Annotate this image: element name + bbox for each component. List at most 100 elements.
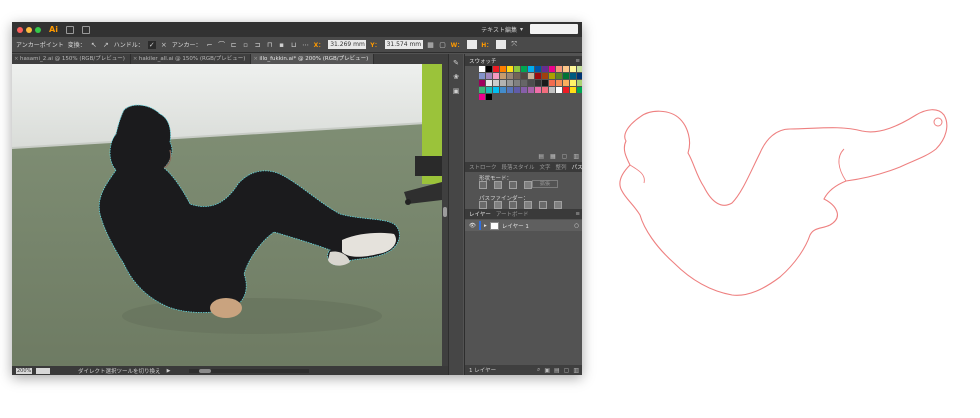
x-coordinate-field[interactable]: 31.269 mm	[328, 40, 367, 49]
close-tab-icon[interactable]: ×	[253, 54, 258, 64]
color-swatch[interactable]	[514, 66, 520, 72]
color-swatch[interactable]	[507, 66, 513, 72]
crop-icon[interactable]	[524, 201, 532, 209]
height-field[interactable]	[496, 40, 507, 49]
doc-tab-fukkin[interactable]: × illo_fukkin.ai* @ 200% (RGB/プレビュー)	[251, 54, 375, 64]
scroll-thumb[interactable]	[198, 368, 211, 373]
color-swatch[interactable]	[549, 66, 555, 72]
color-swatch[interactable]	[535, 73, 541, 79]
color-swatch[interactable]	[549, 73, 555, 79]
color-swatch[interactable]	[570, 73, 576, 79]
color-swatch[interactable]	[514, 80, 520, 86]
color-swatch[interactable]	[486, 80, 492, 86]
swatch-library-icon[interactable]: ▤	[538, 153, 544, 160]
align-left-icon[interactable]: ⊏	[230, 41, 238, 49]
color-swatch[interactable]	[542, 66, 548, 72]
color-swatch[interactable]	[542, 87, 548, 93]
color-swatch[interactable]	[563, 73, 569, 79]
align-middle-icon[interactable]: ▪	[278, 41, 286, 49]
color-swatch[interactable]	[535, 66, 541, 72]
align-bottom-icon[interactable]: ⊔	[290, 41, 298, 49]
color-swatch[interactable]	[535, 87, 541, 93]
cut-path-icon[interactable]: ⌒	[218, 41, 226, 49]
play-icon[interactable]: ▶	[165, 367, 173, 375]
y-coordinate-field[interactable]: 31.574 mm	[384, 40, 423, 49]
color-swatch[interactable]	[514, 73, 520, 79]
remove-anchor-icon[interactable]: ⌐	[206, 41, 214, 49]
color-swatch[interactable]	[570, 66, 576, 72]
workspace-switcher[interactable]: テキスト編集 ▾	[477, 24, 527, 35]
doc-tab-hakiler[interactable]: × hakiler_all.ai @ 150% (RGB/プレビュー)	[131, 54, 252, 64]
color-swatch[interactable]	[521, 66, 527, 72]
color-swatch[interactable]	[493, 73, 499, 79]
close-window-button[interactable]	[17, 26, 23, 33]
zoom-field[interactable]: 200%	[16, 367, 32, 374]
color-swatch[interactable]	[521, 80, 527, 86]
color-swatch[interactable]	[500, 66, 506, 72]
doc-tab-hasami[interactable]: × hasami_2.ai @ 150% (RGB/プレビュー)	[12, 54, 131, 64]
show-handles-icon[interactable]: ✓	[147, 40, 156, 49]
convert-corner-icon[interactable]: ↖	[90, 41, 98, 49]
artboard-canvas[interactable]	[12, 64, 442, 366]
divide-icon[interactable]	[479, 201, 487, 209]
new-color-group-icon[interactable]: ▦	[550, 153, 556, 160]
align-right-icon[interactable]: ⊐	[254, 41, 262, 49]
color-swatch[interactable]	[521, 73, 527, 79]
convert-smooth-icon[interactable]: ↗	[102, 41, 110, 49]
color-swatch[interactable]	[528, 66, 534, 72]
isolate-icon[interactable]: ▢	[439, 41, 447, 49]
delete-swatch-icon[interactable]: ▥	[573, 153, 579, 160]
transform-icon[interactable]: ▦	[427, 41, 435, 49]
new-sublayer-icon[interactable]: ▤	[554, 367, 560, 374]
color-swatch[interactable]	[528, 80, 534, 86]
distribute-icon[interactable]: ⋯	[302, 41, 310, 49]
color-swatch[interactable]	[500, 87, 506, 93]
color-swatch[interactable]	[479, 80, 485, 86]
color-swatch[interactable]	[479, 94, 485, 100]
arrange-documents-icon[interactable]	[81, 25, 90, 34]
color-swatch[interactable]	[549, 80, 555, 86]
symbols-icon[interactable]: ❀	[452, 73, 461, 82]
color-swatch[interactable]	[486, 66, 492, 72]
color-swatch[interactable]	[577, 66, 582, 72]
color-swatch[interactable]	[500, 73, 506, 79]
brushes-icon[interactable]: ✎	[452, 59, 461, 68]
graphic-styles-icon[interactable]: ▣	[452, 87, 461, 96]
tab-pathfinder[interactable]: パスファインダー	[572, 163, 582, 171]
layer-row[interactable]: 👁 ▸ レイヤー 1 ○	[465, 220, 582, 231]
color-swatch[interactable]	[563, 80, 569, 86]
color-swatch[interactable]	[493, 80, 499, 86]
new-layer-icon[interactable]: ▢	[564, 367, 570, 374]
tab-align[interactable]: 整列	[556, 163, 567, 171]
color-swatch[interactable]	[542, 73, 548, 79]
color-swatch[interactable]	[577, 80, 582, 86]
color-swatch[interactable]	[577, 87, 582, 93]
search-input[interactable]	[530, 24, 578, 34]
minimize-window-button[interactable]	[26, 26, 32, 33]
color-swatch[interactable]	[493, 66, 499, 72]
horizontal-scrollbar[interactable]	[188, 368, 309, 373]
panel-menu-icon[interactable]: ≡	[575, 211, 580, 217]
color-swatch[interactable]	[507, 80, 513, 86]
minus-front-icon[interactable]	[494, 181, 502, 189]
bridge-icon[interactable]	[65, 25, 74, 34]
clipping-mask-icon[interactable]: ▣	[544, 367, 550, 374]
tab-artboards[interactable]: アートボード	[496, 210, 529, 218]
tab-paragraph-styles[interactable]: 段落スタイル	[502, 163, 535, 171]
new-swatch-icon[interactable]: ▢	[562, 153, 568, 160]
expand-button[interactable]: 拡張	[532, 180, 558, 188]
color-swatch[interactable]	[528, 87, 534, 93]
zoom-window-button[interactable]	[35, 26, 41, 33]
delete-layer-icon[interactable]: ▥	[573, 367, 579, 374]
color-swatch[interactable]	[479, 87, 485, 93]
locate-object-icon[interactable]: ⌕	[537, 366, 540, 374]
layer-name[interactable]: レイヤー 1	[502, 222, 529, 230]
isolation-mode-icon[interactable]: ⤧	[510, 40, 518, 49]
color-swatch[interactable]	[535, 80, 541, 86]
panel-menu-icon[interactable]: ≡	[575, 58, 580, 64]
merge-icon[interactable]	[509, 201, 517, 209]
align-top-icon[interactable]: ⊓	[266, 41, 274, 49]
color-swatch[interactable]	[563, 87, 569, 93]
tab-layers[interactable]: レイヤー	[469, 210, 491, 218]
minus-back-icon[interactable]	[554, 201, 562, 209]
